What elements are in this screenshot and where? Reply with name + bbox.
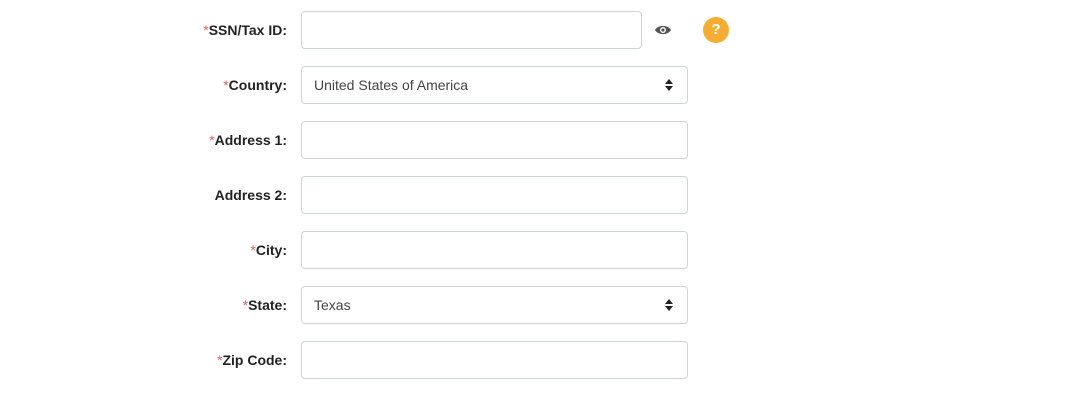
zip-input[interactable]: [301, 341, 688, 379]
eye-icon[interactable]: [654, 23, 672, 37]
select-caret-icon: [664, 298, 674, 312]
ssn-input[interactable]: [301, 11, 642, 49]
address1-label: *Address 1:: [209, 132, 287, 148]
country-row: *Country: United States of America: [0, 66, 1080, 104]
address2-input[interactable]: [301, 176, 688, 214]
country-select[interactable]: United States of America: [301, 66, 688, 104]
state-row: *State: Texas: [0, 286, 1080, 324]
ssn-row: *SSN/Tax ID: ?: [0, 11, 1080, 49]
ssn-label: *SSN/Tax ID:: [203, 22, 287, 38]
city-label: *City:: [250, 242, 287, 258]
state-label: *State:: [242, 297, 287, 313]
select-caret-icon: [664, 78, 674, 92]
address2-label: Address 2:: [214, 187, 287, 203]
zip-row: *Zip Code:: [0, 341, 1080, 379]
state-select-value: Texas: [314, 297, 351, 313]
city-row: *City:: [0, 231, 1080, 269]
state-select[interactable]: Texas: [301, 286, 688, 324]
city-input[interactable]: [301, 231, 688, 269]
address2-row: Address 2:: [0, 176, 1080, 214]
country-select-value: United States of America: [314, 77, 469, 93]
help-icon[interactable]: ?: [703, 17, 729, 43]
address1-input[interactable]: [301, 121, 688, 159]
address1-row: *Address 1:: [0, 121, 1080, 159]
address-form: *SSN/Tax ID: ? *Country: United States o…: [0, 0, 1080, 409]
zip-label: *Zip Code:: [217, 352, 287, 368]
country-label: *Country:: [223, 77, 287, 93]
